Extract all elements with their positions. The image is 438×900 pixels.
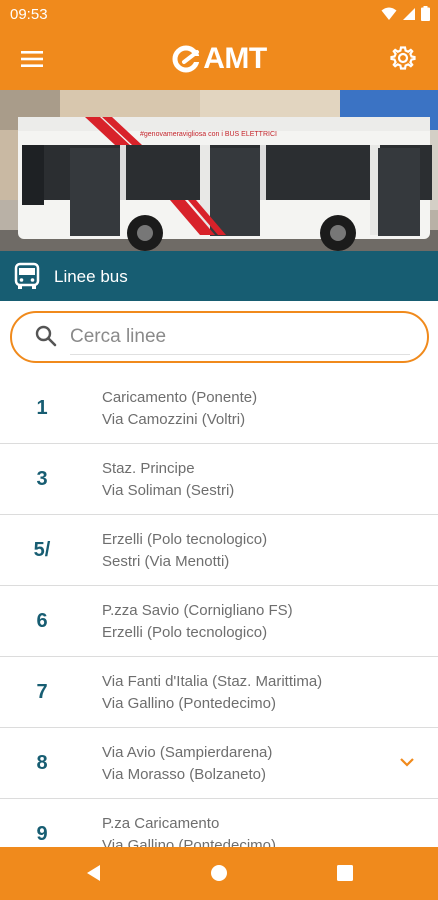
line-to: Via Morasso (Bolzaneto) <box>102 766 266 783</box>
line-to: Erzelli (Polo tecnologico) <box>102 624 268 641</box>
signal-icon <box>403 7 415 20</box>
line-from: P.za Caricamento <box>102 815 220 832</box>
line-row[interactable]: 6 P.zza Savio (Cornigliano FS) Erzelli (Po… <box>0 586 438 657</box>
line-route: P.zza Savio (Cornigliano FS) Erzelli (Pol… <box>102 600 293 644</box>
search-input[interactable] <box>70 319 410 355</box>
line-to: Via Camozzini (Voltri) <box>102 411 246 428</box>
line-number: 7 <box>36 681 48 703</box>
logo-mark-icon <box>172 45 201 73</box>
hero-bus-image: #genovameravigliosa con i BUS ELETTRICI <box>0 90 438 251</box>
bus-banner-text: #genovameravigliosa con i BUS ELETTRICI <box>140 131 277 138</box>
line-number: 8 <box>36 752 48 774</box>
line-from: Erzelli (Polo tecnologico) <box>102 531 268 548</box>
settings-button[interactable] <box>390 45 416 71</box>
app-bar: AMT <box>0 28 438 90</box>
line-number: 1 <box>36 397 48 419</box>
status-icons <box>381 6 430 21</box>
line-number: 5/ <box>33 539 51 561</box>
wifi-icon <box>381 7 397 20</box>
line-to: Via Soliman (Sestri) <box>102 482 235 499</box>
line-row[interactable]: 1 Caricamento (Ponente) Via Camozzini (Vol… <box>0 373 438 444</box>
amt-logo: AMT <box>0 42 438 79</box>
status-time: 09:53 <box>10 6 48 23</box>
line-to: Sestri (Via Menotti) <box>102 553 230 570</box>
search-box <box>10 311 429 363</box>
battery-icon <box>421 6 430 21</box>
line-from: Via Fanti d'Italia (Staz. Marittima) <box>102 673 323 690</box>
back-icon[interactable] <box>84 863 104 883</box>
gear-icon <box>390 46 416 70</box>
line-route: Caricamento (Ponente) Via Camozzini (Volt… <box>102 387 257 431</box>
line-route: Via Avio (Sampierdarena) Via Morasso (Bol… <box>102 742 272 786</box>
line-row[interactable]: 3 Staz. Principe Via Soliman (Sestri) <box>0 444 438 515</box>
bus-icon <box>14 262 40 289</box>
line-number: 6 <box>36 610 48 632</box>
line-row[interactable]: 7 Via Fanti d'Italia (Staz. Marittima) Via… <box>0 657 438 728</box>
line-to: Via Gallino (Pontedecimo) <box>102 695 276 712</box>
logo-text: AMT <box>203 42 267 75</box>
system-nav-bar <box>0 847 438 900</box>
home-icon[interactable] <box>209 863 229 883</box>
recents-icon[interactable] <box>335 863 355 883</box>
line-from: Via Avio (Sampierdarena) <box>102 744 273 761</box>
search-icon <box>35 325 57 347</box>
line-from: P.zza Savio (Cornigliano FS) <box>102 602 293 619</box>
status-bar: 09:53 <box>0 0 438 28</box>
bus-photo: #genovameravigliosa con i BUS ELETTRICI <box>0 90 438 251</box>
section-title: Linee bus <box>54 267 128 286</box>
line-row[interactable]: 5/Erzelli (Polo tecnologico) Sestri (Via … <box>0 515 438 586</box>
line-row[interactable]: 8 Via Avio (Sampierdarena) Via Morasso (Bo… <box>0 728 438 799</box>
line-number: 3 <box>36 468 48 490</box>
line-route: Staz. Principe Via Soliman (Sestri) <box>102 458 234 502</box>
line-from: Staz. Principe <box>102 460 195 477</box>
lines-list: 1 Caricamento (Ponente) Via Camozzini (Vol… <box>0 373 438 870</box>
section-header: Linee bus <box>0 251 438 301</box>
line-route: Erzelli (Polo tecnologico) Sestri (Via Me… <box>102 529 267 573</box>
chevron-down-icon[interactable] <box>398 753 416 771</box>
line-route: Via Fanti d'Italia (Staz. Marittima) Via … <box>102 671 322 715</box>
line-from: Caricamento (Ponente) <box>102 389 258 406</box>
